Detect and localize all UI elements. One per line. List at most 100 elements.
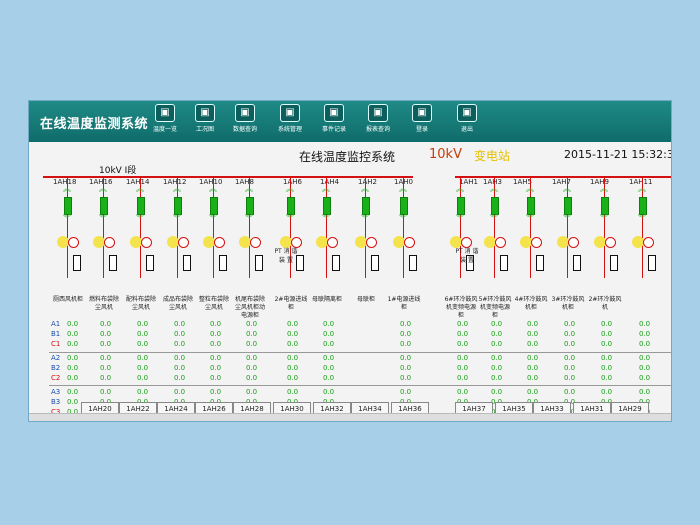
temperature-value: 0.0 bbox=[323, 374, 335, 382]
chevron-icon: ︽ bbox=[526, 184, 534, 193]
ct-ring-icon bbox=[605, 237, 616, 248]
nav-button-4[interactable]: ▣ 事件记录 bbox=[316, 104, 352, 133]
chevron-icon: ︽ bbox=[600, 184, 608, 193]
temperature-value: 0.0 bbox=[491, 330, 503, 338]
cabinet-name: 5#环冷鼓风机变频电源柜 bbox=[478, 296, 512, 319]
breaker bbox=[362, 197, 370, 215]
temperature-value: 0.0 bbox=[400, 330, 412, 338]
chevron-icon: ︽ bbox=[173, 184, 181, 193]
chevron-icon: ︾ bbox=[322, 214, 330, 223]
temperature-value: 0.0 bbox=[491, 320, 503, 328]
row-label: A3 bbox=[51, 388, 61, 396]
fuse-icon bbox=[536, 255, 544, 271]
temperature-value: 0.0 bbox=[639, 364, 651, 372]
nav-button-5[interactable]: ▣ 报表查询 bbox=[360, 104, 396, 133]
feeder-line bbox=[103, 178, 104, 278]
temperature-value: 0.0 bbox=[67, 354, 79, 362]
ct-ring-icon bbox=[327, 237, 338, 248]
cabinet-name: 1#电源进线柜 bbox=[387, 296, 421, 311]
nav-label: 系统管理 bbox=[277, 126, 302, 133]
chevron-icon: ︽ bbox=[245, 184, 253, 193]
temperature-value: 0.0 bbox=[527, 330, 539, 338]
section-label: 10kV I段 bbox=[99, 166, 137, 176]
cabinet-name: 4#环冷鼓风机柜 bbox=[514, 296, 548, 311]
fuse-icon bbox=[146, 255, 154, 271]
temperature-value: 0.0 bbox=[601, 374, 613, 382]
temperature-value: 0.0 bbox=[246, 388, 258, 396]
divider bbox=[49, 385, 671, 386]
fuse-icon bbox=[409, 255, 417, 271]
temperature-value: 0.0 bbox=[137, 330, 149, 338]
nav-button-1[interactable]: ▣ 工况图 bbox=[187, 104, 223, 133]
temperature-value: 0.0 bbox=[601, 320, 613, 328]
temperature-value: 0.0 bbox=[639, 374, 651, 382]
temperature-value: 0.0 bbox=[67, 398, 79, 406]
temperature-value: 0.0 bbox=[67, 364, 79, 372]
fuse-icon bbox=[332, 255, 340, 271]
feeder-line bbox=[567, 178, 568, 278]
chevron-icon: ︾ bbox=[456, 214, 464, 223]
temperature-value: 0.0 bbox=[137, 340, 149, 348]
temperature-value: 0.0 bbox=[400, 320, 412, 328]
chevron-icon: ︽ bbox=[361, 184, 369, 193]
temperature-value: 0.0 bbox=[174, 374, 186, 382]
ct-ring-icon bbox=[643, 237, 654, 248]
row-label: B2 bbox=[51, 364, 61, 372]
temperature-value: 0.0 bbox=[174, 330, 186, 338]
nav-button-2[interactable]: ▣ 数据查询 bbox=[227, 104, 263, 133]
chevron-icon: ︾ bbox=[399, 214, 407, 223]
breaker bbox=[246, 197, 254, 215]
nav-button-3[interactable]: ▣ 系统管理 bbox=[272, 104, 308, 133]
temperature-value: 0.0 bbox=[323, 388, 335, 396]
nav-button-0[interactable]: ▣ 温度一览 bbox=[147, 104, 183, 133]
temperature-value: 0.0 bbox=[100, 388, 112, 396]
chevron-icon: ︾ bbox=[173, 214, 181, 223]
nav-button-7[interactable]: ▣ 退出 bbox=[449, 104, 485, 133]
temperature-value: 0.0 bbox=[491, 340, 503, 348]
temperature-value: 0.0 bbox=[400, 364, 412, 372]
fuse-icon bbox=[255, 255, 263, 271]
temperature-value: 0.0 bbox=[601, 388, 613, 396]
event-icon: ▣ bbox=[324, 104, 344, 122]
temperature-value: 0.0 bbox=[210, 388, 222, 396]
temperature-value: 0.0 bbox=[174, 340, 186, 348]
temperature-value: 0.0 bbox=[564, 364, 576, 372]
chevron-icon: ︽ bbox=[136, 184, 144, 193]
nav-button-6[interactable]: ▣ 登录 bbox=[404, 104, 440, 133]
station-label: 变电站 bbox=[474, 149, 511, 163]
ct-ring-icon bbox=[404, 237, 415, 248]
temperature-value: 0.0 bbox=[287, 374, 299, 382]
temperature-value: 0.0 bbox=[287, 320, 299, 328]
monitor-icon: ▣ bbox=[155, 104, 175, 122]
temperature-value: 0.0 bbox=[457, 330, 469, 338]
fuse-icon bbox=[610, 255, 618, 271]
temperature-value: 0.0 bbox=[564, 320, 576, 328]
temperature-value: 0.0 bbox=[601, 340, 613, 348]
temperature-value: 0.0 bbox=[287, 340, 299, 348]
chevron-icon: ︽ bbox=[563, 184, 571, 193]
breaker bbox=[210, 197, 218, 215]
temperature-value: 0.0 bbox=[457, 374, 469, 382]
temperature-value: 0.0 bbox=[491, 354, 503, 362]
row-label: A1 bbox=[51, 320, 61, 328]
temperature-value: 0.0 bbox=[67, 330, 79, 338]
feeder-line bbox=[177, 178, 178, 278]
row-label: C1 bbox=[51, 340, 61, 348]
temperature-value: 0.0 bbox=[527, 354, 539, 362]
temperature-value: 0.0 bbox=[323, 320, 335, 328]
fuse-icon bbox=[183, 255, 191, 271]
temperature-value: 0.0 bbox=[527, 388, 539, 396]
temperature-value: 0.0 bbox=[601, 364, 613, 372]
temperature-value: 0.0 bbox=[527, 374, 539, 382]
temperature-value: 0.0 bbox=[564, 374, 576, 382]
cabinet-name: 3#环冷鼓风机柜 bbox=[551, 296, 585, 311]
temperature-value: 0.0 bbox=[564, 354, 576, 362]
ct-ring-icon bbox=[178, 237, 189, 248]
temperature-value: 0.0 bbox=[100, 374, 112, 382]
temperature-value: 0.0 bbox=[287, 364, 299, 372]
temperature-value: 0.0 bbox=[210, 374, 222, 382]
nav-label: 退出 bbox=[460, 126, 473, 133]
report-icon: ▣ bbox=[368, 104, 388, 122]
breaker bbox=[564, 197, 572, 215]
horizontal-scrollbar[interactable] bbox=[29, 413, 671, 421]
